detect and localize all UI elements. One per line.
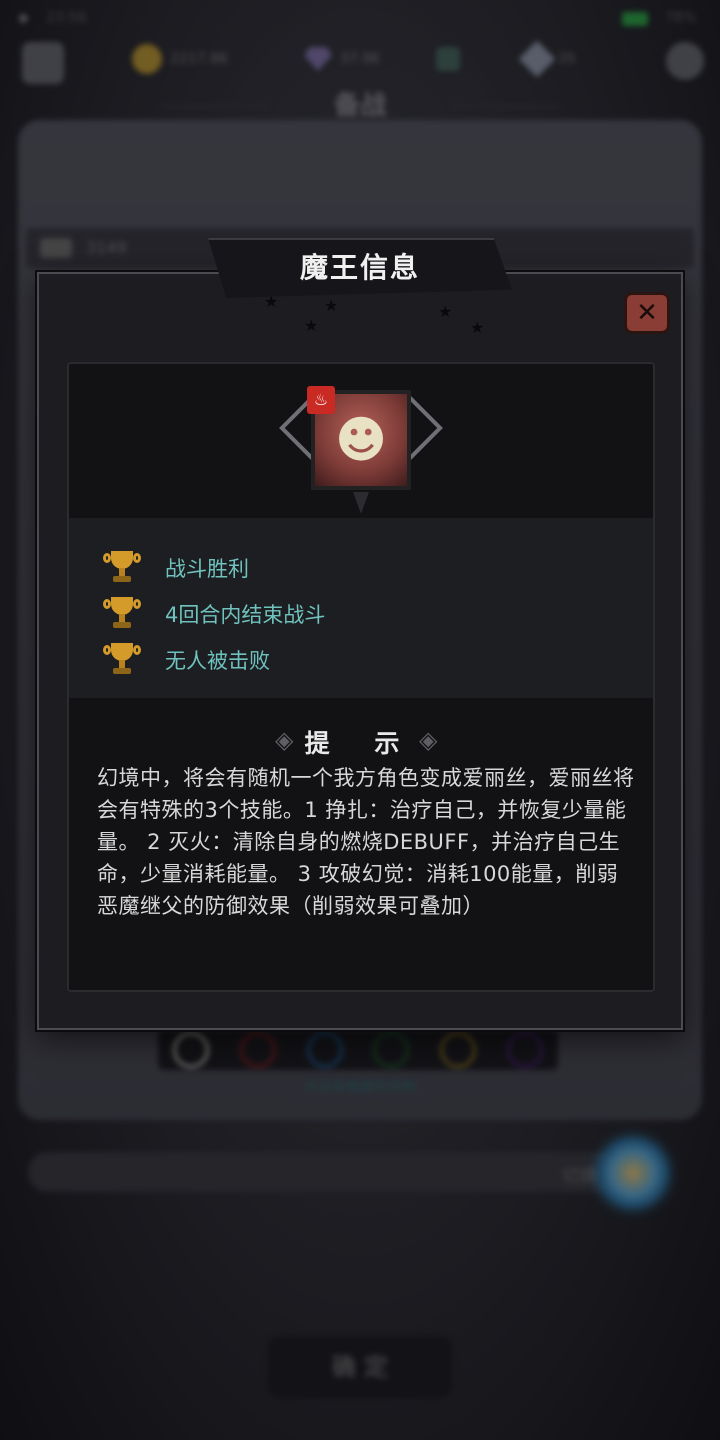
modal-header: 魔王信息 [208,238,512,298]
tips-heading: 提 示 [304,729,418,758]
boss-info-panel: ☻ ♨ 战斗胜利 4回合内结束战斗 无人被击败 ◈ 提 示 ◈ 幻境中，将会有随… [67,362,655,992]
fire-icon: ♨ [307,386,335,414]
star-decoration-icon: ★ [438,302,453,321]
tips-section: ◈ 提 示 ◈ 幻境中，将会有随机一个我方角色变成爱丽丝，爱丽丝将会有特殊的3个… [69,698,653,990]
diamond-decoration-icon: ◈ [419,726,438,754]
list-item: 4回合内结束战斗 [103,596,325,632]
trophy-icon [103,597,141,631]
boss-portrait-area: ☻ ♨ [69,364,653,518]
trophy-icon [103,643,141,677]
game-screen: ◆ 23:58 78% 2217.8K 37.9K 35 备战 3149 点击查… [0,0,720,1440]
list-item: 无人被击败 [103,642,270,678]
tips-body: 幻境中，将会有随机一个我方角色变成爱丽丝，爱丽丝将会有特殊的3个技能。1 挣扎：… [97,766,635,918]
close-button[interactable]: ✕ [624,292,670,334]
close-x-icon: ✕ [636,298,658,328]
list-item: 战斗胜利 [103,550,249,586]
victory-conditions: 战斗胜利 4回合内结束战斗 无人被击败 [69,518,653,698]
star-decoration-icon: ★ [324,296,339,315]
goal-text: 4回合内结束战斗 [165,603,326,627]
star-decoration-icon: ★ [304,316,319,335]
goal-text: 战斗胜利 [165,557,249,581]
trophy-icon [103,551,141,585]
star-decoration-icon: ★ [470,318,485,337]
goal-text: 无人被击败 [165,649,270,673]
star-decoration-icon: ★ [264,292,279,311]
modal-title: 魔王信息 [299,251,420,284]
boss-frame: ☻ ♨ [279,382,443,514]
